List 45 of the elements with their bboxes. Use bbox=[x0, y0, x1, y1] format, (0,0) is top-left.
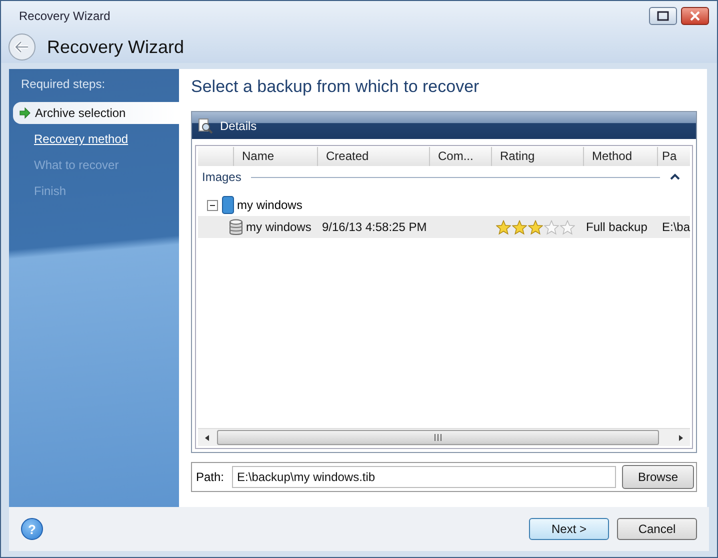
close-icon bbox=[690, 11, 700, 21]
window-title: Recovery Wizard bbox=[19, 9, 112, 23]
path-label: Path: bbox=[196, 470, 224, 484]
back-button[interactable] bbox=[8, 33, 36, 61]
column-header[interactable]: Method bbox=[584, 147, 658, 166]
group-label: Images bbox=[202, 170, 242, 184]
arrow-icon bbox=[19, 107, 31, 119]
column-header[interactable]: Name bbox=[234, 147, 318, 166]
wizard-step[interactable]: Archive selection bbox=[13, 102, 179, 124]
wizard-step[interactable]: Recovery method bbox=[13, 128, 179, 150]
horizontal-scrollbar[interactable] bbox=[198, 428, 690, 446]
filled-star-icon bbox=[496, 220, 511, 234]
star-rating[interactable] bbox=[496, 220, 575, 234]
search-icon bbox=[198, 118, 214, 134]
scroll-right-icon[interactable] bbox=[677, 434, 685, 442]
filled-star-icon bbox=[512, 220, 527, 234]
filled-star-icon bbox=[528, 220, 543, 234]
wizard-button[interactable]: Next > bbox=[529, 518, 609, 540]
wizard-step: What to recover bbox=[13, 154, 179, 176]
database-icon bbox=[229, 218, 243, 236]
grip-icon bbox=[434, 434, 442, 441]
scroll-left-icon[interactable] bbox=[203, 434, 211, 442]
path-field[interactable]: E:\backup\my windows.tib bbox=[232, 466, 616, 488]
backup-row[interactable]: my windows 9/16/13 4:58:25 PM Full backup E:\ba bbox=[198, 216, 690, 238]
backup-method: Full backup bbox=[586, 220, 648, 234]
page-title: Select a backup from which to recover bbox=[191, 77, 480, 98]
created-date: 9/16/13 4:58:25 PM bbox=[322, 220, 427, 234]
column-header[interactable]: Com... bbox=[430, 147, 492, 166]
wizard-button[interactable]: Cancel bbox=[617, 518, 697, 540]
sidebar-title: Required steps: bbox=[20, 76, 106, 93]
restore-icon bbox=[657, 11, 669, 21]
tree-node[interactable]: my windows bbox=[237, 198, 302, 212]
backup-path: E:\ba bbox=[662, 220, 690, 234]
column-header[interactable]: Created bbox=[318, 147, 430, 166]
collapse-icon[interactable] bbox=[207, 200, 218, 210]
close-button[interactable] bbox=[681, 7, 709, 25]
details-title: Details bbox=[220, 118, 257, 132]
wizard-heading: Recovery Wizard bbox=[47, 36, 184, 58]
backup-name: my windows bbox=[246, 220, 312, 234]
restore-button[interactable] bbox=[649, 7, 677, 25]
column-header[interactable]: Pa bbox=[658, 147, 692, 166]
collapse-icon[interactable] bbox=[670, 173, 680, 181]
wizard-step: Finish bbox=[13, 180, 179, 202]
column-header[interactable]: Rating bbox=[492, 147, 584, 166]
browse-button[interactable]: Browse bbox=[622, 465, 694, 489]
